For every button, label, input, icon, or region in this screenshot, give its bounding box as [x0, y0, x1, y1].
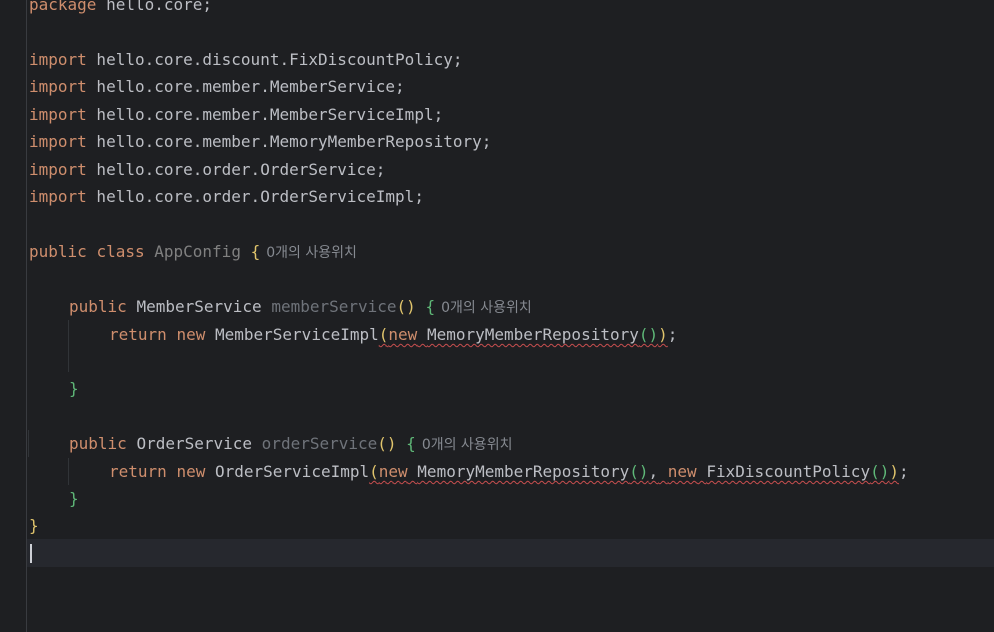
keyword: package — [29, 0, 97, 14]
package-name: hello.core; — [96, 0, 213, 14]
arg-parens: () — [629, 462, 649, 481]
import-path: hello.core.member.MemoryMemberRepository… — [86, 132, 492, 151]
keyword: import — [29, 160, 87, 179]
paren-close: ) — [889, 462, 899, 481]
class-open-brace: { — [250, 242, 261, 261]
class-close-brace: } — [29, 516, 39, 535]
paren-open: ( — [378, 325, 389, 344]
import-path: hello.core.member.MemberServiceImpl; — [86, 105, 444, 124]
method-name: memberService — [271, 297, 397, 316]
keyword: import — [29, 105, 87, 124]
code-line-class-close[interactable]: } — [29, 512, 39, 539]
method-close-brace: } — [69, 379, 79, 398]
keyword: import — [29, 77, 87, 96]
indent-guide — [68, 458, 69, 485]
method-open-brace: { — [406, 434, 416, 453]
keyword: import — [29, 132, 87, 151]
usage-hint[interactable]: 0개의 사용위치 — [441, 300, 532, 316]
keyword-public: public — [29, 242, 87, 261]
keyword-new: new — [388, 325, 418, 344]
gutter-divider — [26, 0, 27, 632]
code-line-import[interactable]: import hello.core.discount.FixDiscountPo… — [29, 46, 462, 73]
keyword: import — [29, 50, 87, 69]
semicolon: ; — [898, 462, 909, 481]
code-line-import[interactable]: import hello.core.order.OrderService; — [29, 156, 385, 183]
keyword-new: new — [667, 462, 697, 481]
code-line-method-close[interactable]: } — [69, 485, 79, 512]
keyword-public: public — [69, 297, 127, 316]
code-line-class-decl[interactable]: public class AppConfig {0개의 사용위치 — [29, 238, 357, 265]
current-line-highlight — [27, 539, 994, 567]
arg-parens: () — [638, 325, 659, 344]
text-caret — [30, 544, 32, 563]
import-path: hello.core.order.OrderService; — [86, 160, 386, 179]
import-path: hello.core.discount.FixDiscountPolicy; — [86, 50, 463, 69]
indent-guide — [68, 320, 69, 372]
method-open-brace: { — [425, 297, 436, 316]
method-close-brace: } — [69, 489, 79, 508]
code-line-package[interactable]: package hello.core; — [29, 0, 212, 18]
error-argument[interactable]: (new MemoryMemberRepository()) — [379, 325, 668, 344]
code-line-import[interactable]: import hello.core.member.MemberServiceIm… — [29, 101, 443, 128]
usage-hint[interactable]: 0개의 사용위치 — [422, 437, 513, 453]
keyword-return: return — [109, 462, 167, 481]
keyword-return: return — [109, 325, 167, 344]
semicolon: ; — [667, 325, 678, 344]
arg-type: FixDiscountPolicy — [706, 462, 871, 481]
error-argument[interactable]: (new MemoryMemberRepository(), new FixDi… — [369, 462, 899, 481]
code-line-import[interactable]: import hello.core.member.MemoryMemberRep… — [29, 128, 491, 155]
code-line-method-decl[interactable]: public OrderService orderService() {0개의 … — [69, 430, 512, 457]
code-line-import[interactable]: import hello.core.member.MemberService; — [29, 73, 405, 100]
return-type: OrderService — [136, 434, 253, 453]
arg-type: MemoryMemberRepository — [426, 325, 639, 344]
code-line-import[interactable]: import hello.core.order.OrderServiceImpl… — [29, 183, 424, 210]
comma: , — [648, 462, 659, 481]
code-line-return[interactable]: return new MemberServiceImpl(new MemoryM… — [109, 321, 677, 348]
keyword-new: new — [176, 462, 206, 481]
code-line-method-close[interactable]: } — [69, 375, 79, 402]
impl-class: MemberServiceImpl — [214, 325, 379, 344]
keyword-class: class — [96, 242, 145, 261]
return-type: MemberService — [136, 297, 262, 316]
arg-type: MemoryMemberRepository — [417, 462, 630, 481]
paren-open: ( — [369, 462, 379, 481]
indent-guide — [28, 430, 29, 457]
paren-close: ) — [658, 325, 668, 344]
code-line-method-decl[interactable]: public MemberService memberService() {0개… — [69, 293, 532, 320]
usage-hint[interactable]: 0개의 사용위치 — [266, 245, 357, 261]
code-line-return[interactable]: return new OrderServiceImpl(new MemoryMe… — [109, 458, 909, 485]
keyword-public: public — [69, 434, 127, 453]
code-editor[interactable]: package hello.core; import hello.core.di… — [0, 0, 994, 632]
keyword-new: new — [176, 325, 206, 344]
arg-parens: () — [870, 462, 890, 481]
method-name: orderService — [261, 434, 378, 453]
method-parens: () — [396, 297, 416, 316]
import-path: hello.core.member.MemberService; — [86, 77, 405, 96]
keyword-new: new — [378, 462, 408, 481]
keyword: import — [29, 187, 87, 206]
impl-class: OrderServiceImpl — [214, 462, 370, 481]
class-name: AppConfig — [154, 242, 241, 261]
method-parens: () — [377, 434, 397, 453]
import-path: hello.core.order.OrderServiceImpl; — [86, 187, 424, 206]
